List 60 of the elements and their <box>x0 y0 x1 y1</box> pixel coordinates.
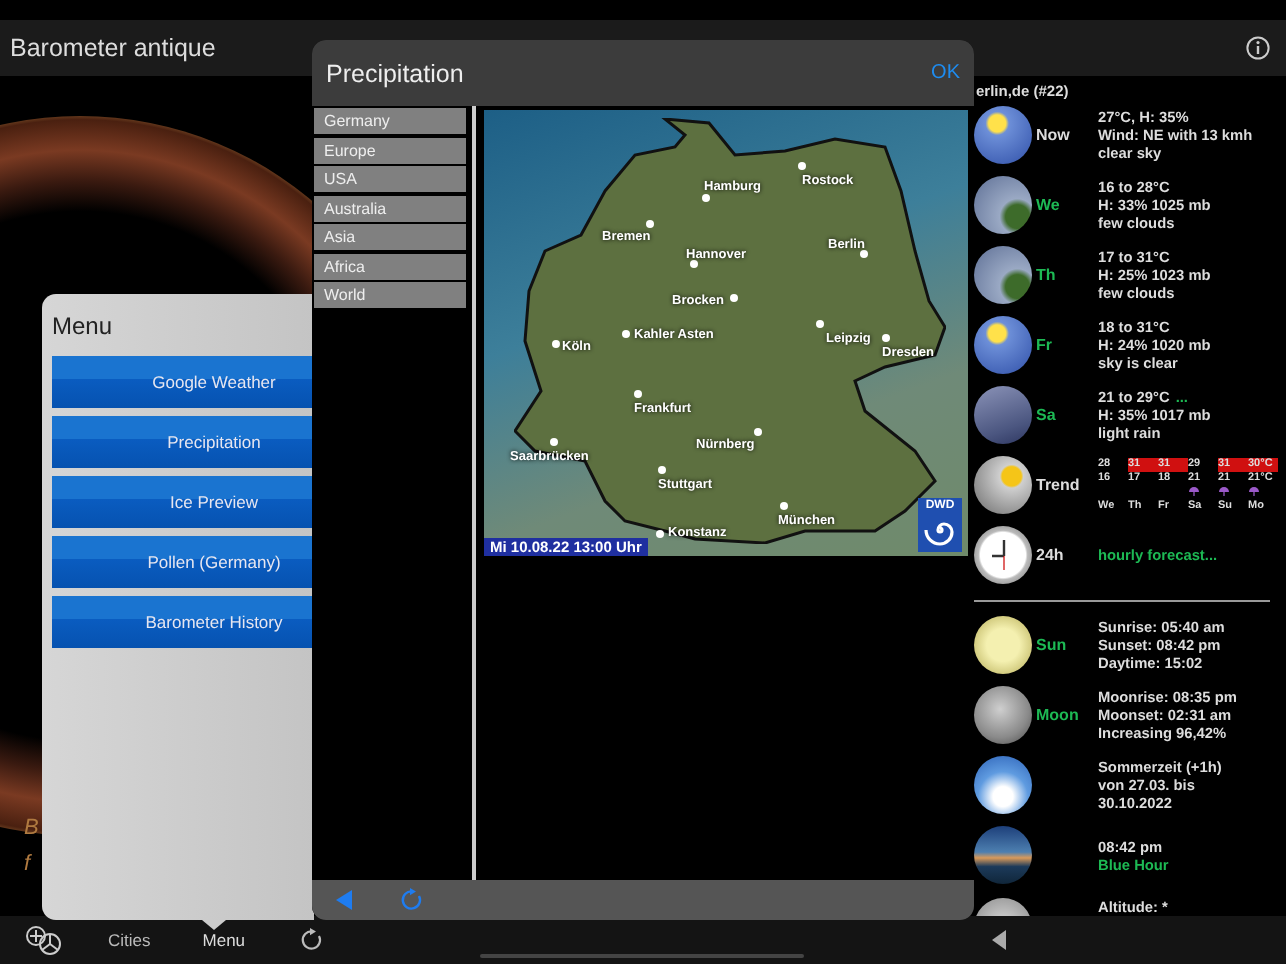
sky-icon <box>974 756 1032 814</box>
tab[interactable]: Cities <box>108 930 151 950</box>
city-dot <box>882 334 890 342</box>
menu-button[interactable]: Ice Preview <box>52 476 314 528</box>
info-icon[interactable] <box>1246 36 1270 60</box>
row-label: Sun <box>1036 636 1067 654</box>
sun-sky-icon <box>974 106 1032 164</box>
city-dot <box>702 194 710 202</box>
background-text: f <box>24 852 34 876</box>
city-dot <box>690 260 698 268</box>
region-item[interactable]: Europe <box>314 137 466 163</box>
rain-sky-icon <box>974 386 1032 444</box>
city-dot <box>730 294 738 302</box>
moon-icon <box>974 686 1032 744</box>
region-item[interactable]: Australia <box>314 195 466 221</box>
sun-sky-icon <box>974 316 1032 374</box>
region-item[interactable]: Germany <box>314 108 466 134</box>
menu-title: Menu <box>52 312 115 340</box>
city-dot <box>860 250 868 258</box>
region-item[interactable]: Africa <box>314 253 466 279</box>
row-label: Th <box>1036 266 1056 284</box>
sky-icon <box>974 826 1032 884</box>
menu-button[interactable]: Barometer History <box>52 596 314 648</box>
region-item[interactable]: USA <box>314 166 466 192</box>
sun-icon <box>974 616 1032 674</box>
row-label: Fr <box>1036 336 1052 354</box>
row-label: Now <box>1036 126 1070 144</box>
menu-button[interactable]: Google Weather <box>52 356 314 408</box>
city-dot <box>634 390 642 398</box>
city-dot <box>780 502 788 510</box>
city-dot <box>816 320 824 328</box>
city-dot <box>658 466 666 474</box>
clock-icon <box>974 526 1032 584</box>
row-label: Sa <box>1036 406 1056 424</box>
region-item[interactable]: World <box>314 282 466 308</box>
row-label: Trend <box>1036 476 1080 494</box>
app-title: Barometer antique <box>10 34 216 62</box>
menu-button[interactable]: Precipitation <box>52 416 314 468</box>
row-label: 24h <box>1036 546 1064 564</box>
ok-button[interactable]: OK <box>931 62 960 84</box>
dialog-title: Precipitation <box>326 59 464 87</box>
gauges-icon[interactable] <box>24 924 64 956</box>
row-label: Moon <box>1036 706 1079 724</box>
thermometer-sun-icon <box>974 456 1032 514</box>
refresh-icon[interactable] <box>299 928 324 952</box>
cloud-sky-icon <box>974 176 1032 234</box>
city-dot <box>622 330 630 338</box>
popover-pointer <box>202 920 226 930</box>
city-dot <box>656 530 664 538</box>
city-dot <box>646 220 654 228</box>
tab[interactable]: Menu <box>202 930 246 950</box>
cloud-sky-icon <box>974 246 1032 304</box>
menu-button[interactable]: Pollen (Germany) <box>52 536 314 588</box>
row-label: We <box>1036 196 1060 214</box>
city-dot <box>798 162 806 170</box>
city-dot <box>550 438 558 446</box>
back-icon[interactable] <box>991 930 1008 950</box>
city-dot <box>754 428 762 436</box>
city-dot <box>552 340 560 348</box>
region-item[interactable]: Asia <box>314 224 466 250</box>
